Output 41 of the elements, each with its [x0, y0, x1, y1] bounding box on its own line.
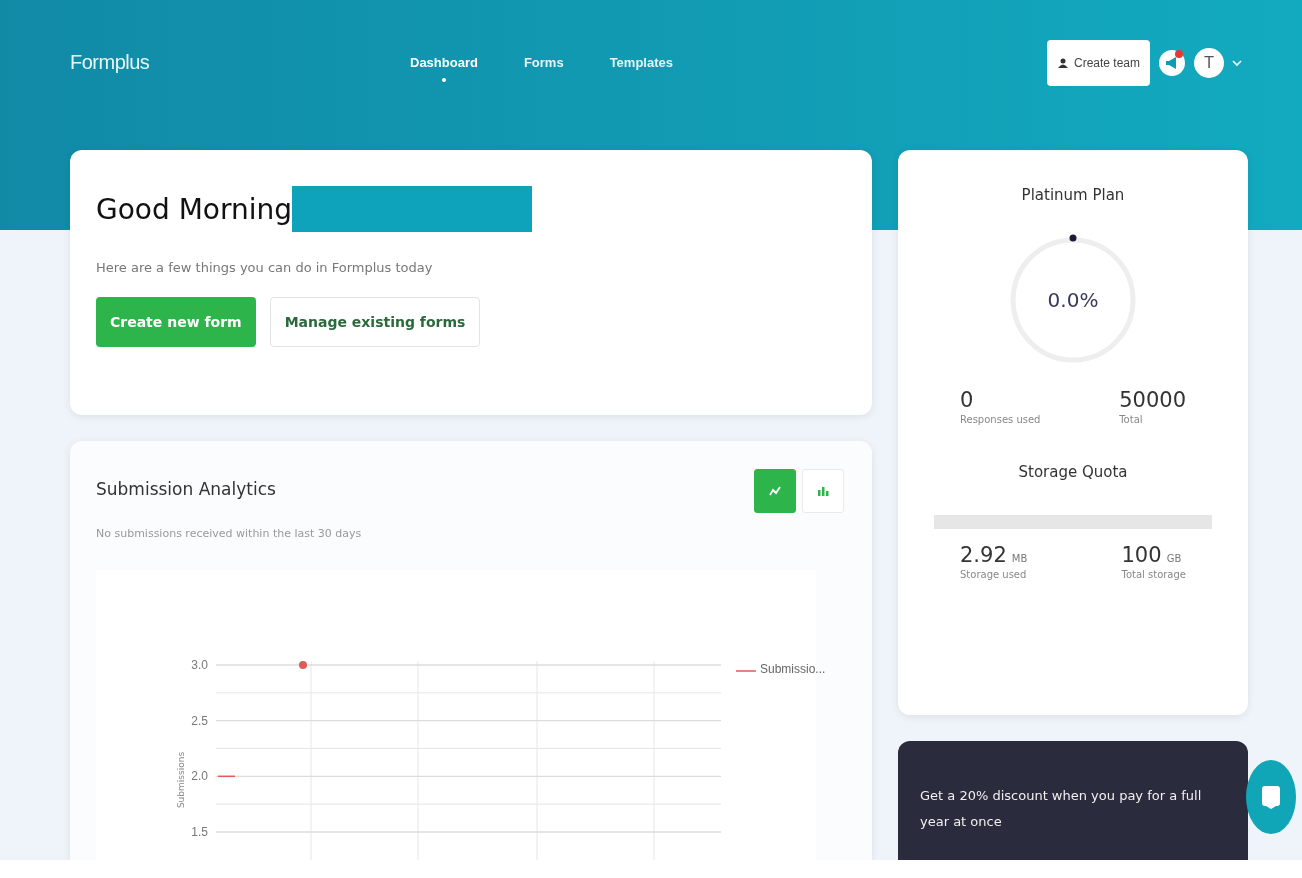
y-axis-label: Submissions: [176, 751, 186, 809]
analytics-title: Submission Analytics: [96, 479, 276, 499]
team-icon: [1056, 57, 1069, 68]
create-team-button[interactable]: Create team: [1046, 39, 1150, 86]
caret-icon[interactable]: [1232, 58, 1242, 67]
promo-text: Get a 20% discount when you pay for a full year at once: [920, 787, 1203, 831]
bar-chart-icon: [817, 485, 829, 497]
data-point: [299, 661, 307, 669]
line-chart-icon: [769, 485, 781, 497]
megaphone-icon[interactable]: [1158, 48, 1186, 77]
greeting: Good Morning: [96, 192, 292, 226]
responses-total: 50000: [1119, 388, 1186, 412]
legend-label: Submissio...: [760, 662, 826, 676]
analytics-note: No submissions received within the last 30 days: [96, 527, 363, 540]
y-tick-label: 2.0: [191, 769, 208, 784]
responses-used: 0: [960, 388, 975, 412]
nav-tab[interactable]: Dashboard: [410, 47, 478, 86]
line-chart-toggle[interactable]: [754, 469, 796, 513]
create-form-button[interactable]: Create new form: [96, 297, 256, 347]
responses-used-label: Responses used: [960, 414, 1041, 425]
subtitle: Here are a few things you can do in Formplus today: [96, 260, 434, 275]
storage-title: Storage Quota: [1017, 463, 1129, 481]
manage-forms-button[interactable]: Manage existing forms: [269, 297, 481, 347]
storage-used-label: Storage used: [960, 569, 1028, 580]
chat-icon: [1261, 785, 1281, 809]
logo[interactable]: Formplus: [70, 51, 410, 74]
storage-total-unit: GB: [1166, 553, 1182, 564]
nav-tab[interactable]: Templates: [609, 47, 673, 86]
usage-percent: 0.0%: [1047, 288, 1099, 312]
storage-total: 100: [1121, 543, 1162, 567]
storage-used: 2.92: [960, 543, 1007, 567]
storage-total-label: Total storage: [1121, 569, 1186, 580]
y-tick-label: 2.5: [191, 713, 208, 728]
nav-tab[interactable]: Forms: [523, 47, 564, 86]
storage-used-unit: MB: [1011, 553, 1028, 564]
y-tick-label: 3.0: [191, 658, 208, 672]
y-tick-label: 1.5: [191, 825, 208, 839]
avatar[interactable]: T: [1194, 47, 1224, 78]
bar-chart-toggle[interactable]: [802, 469, 844, 513]
responses-total-label: Total: [1119, 414, 1144, 425]
plan-title: Platinum Plan: [1020, 186, 1126, 204]
